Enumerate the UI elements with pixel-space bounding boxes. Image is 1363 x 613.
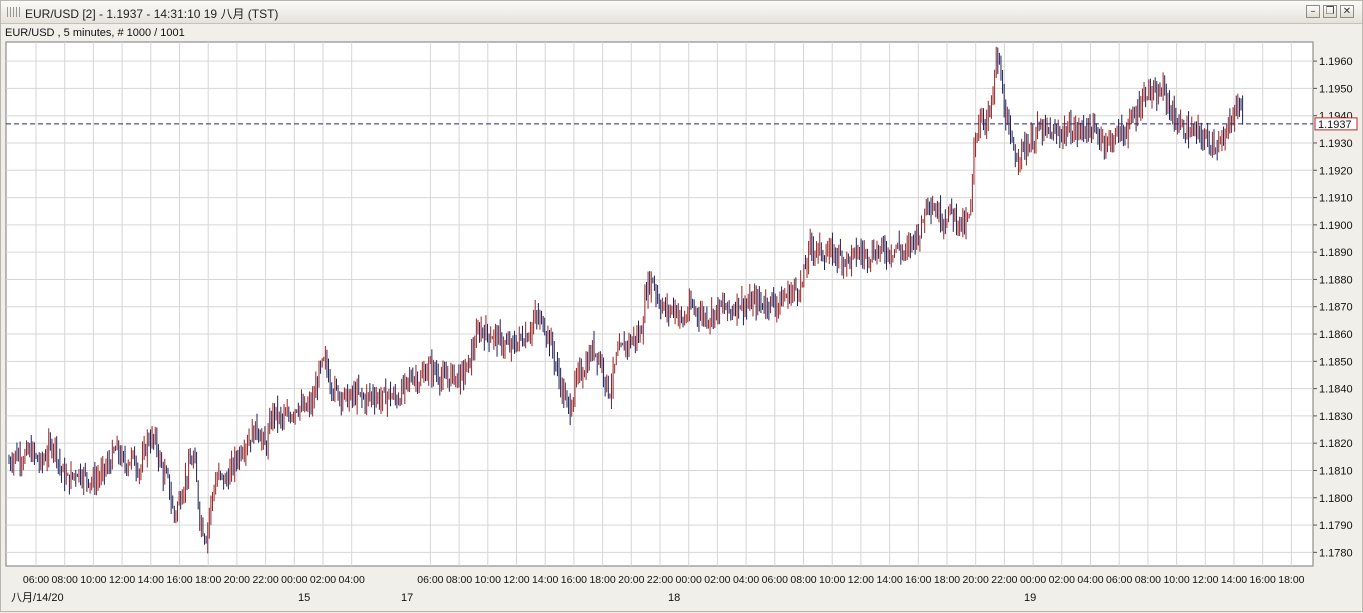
y-tick-label: 1.1780 <box>1319 547 1353 559</box>
x-tick-label: 00:00 <box>281 574 307 586</box>
y-tick-label: 1.1930 <box>1319 138 1353 150</box>
x-tick-label: 12:00 <box>848 574 874 586</box>
x-tick-label: 10:00 <box>819 574 845 586</box>
x-tick-label: 04:00 <box>1077 574 1103 586</box>
x-tick-label: 14:00 <box>138 574 164 586</box>
x-tick-label: 12:00 <box>109 574 135 586</box>
x-tick-label: 16:00 <box>1250 574 1276 586</box>
x-tick-label: 20:00 <box>963 574 989 586</box>
x-tick-label: 04:00 <box>733 574 759 586</box>
y-tick-label: 1.1820 <box>1319 438 1353 450</box>
y-tick-label: 1.1900 <box>1319 220 1353 232</box>
x-tick-label: 06:00 <box>417 574 443 586</box>
x-tick-label: 08:00 <box>52 574 78 586</box>
x-tick-label: 02:00 <box>1049 574 1075 586</box>
date-label: 19 <box>1024 592 1036 604</box>
y-tick-label: 1.1850 <box>1319 356 1353 368</box>
x-tick-label: 06:00 <box>1106 574 1132 586</box>
x-tick-label: 10:00 <box>80 574 106 586</box>
y-tick-label: 1.1860 <box>1319 329 1353 341</box>
x-tick-label: 02:00 <box>310 574 336 586</box>
x-tick-label: 18:00 <box>1278 574 1304 586</box>
y-tick-label: 1.1790 <box>1319 520 1353 532</box>
y-tick-label: 1.1920 <box>1319 165 1353 177</box>
y-tick-label: 1.1800 <box>1319 493 1353 505</box>
x-tick-label: 02:00 <box>704 574 730 586</box>
date-label: 17 <box>401 592 413 604</box>
x-tick-label: 06:00 <box>23 574 49 586</box>
price-chart[interactable]: 1.19601.19501.19401.19301.19201.19101.19… <box>1 1 1363 613</box>
x-tick-label: 16:00 <box>561 574 587 586</box>
y-tick-label: 1.1810 <box>1319 465 1353 477</box>
x-tick-label: 22:00 <box>647 574 673 586</box>
x-tick-label: 20:00 <box>618 574 644 586</box>
date-label: 八月/14/20 <box>11 592 64 604</box>
x-tick-label: 14:00 <box>876 574 902 586</box>
x-tick-label: 18:00 <box>195 574 221 586</box>
x-tick-label: 00:00 <box>1020 574 1046 586</box>
date-label: 15 <box>298 592 310 604</box>
chart-window: EUR/USD [2] - 1.1937 - 14:31:10 19 八月 (T… <box>0 0 1363 612</box>
x-tick-label: 14:00 <box>1221 574 1247 586</box>
current-price-label: 1.1937 <box>1318 119 1352 131</box>
x-tick-label: 22:00 <box>252 574 278 586</box>
x-tick-label: 08:00 <box>446 574 472 586</box>
x-tick-label: 12:00 <box>1192 574 1218 586</box>
x-tick-label: 08:00 <box>1135 574 1161 586</box>
date-label: 18 <box>668 592 680 604</box>
x-tick-label: 16:00 <box>905 574 931 586</box>
x-tick-label: 16:00 <box>166 574 192 586</box>
x-tick-label: 04:00 <box>339 574 365 586</box>
x-tick-label: 12:00 <box>503 574 529 586</box>
y-tick-label: 1.1830 <box>1319 411 1353 423</box>
x-tick-label: 18:00 <box>934 574 960 586</box>
x-tick-label: 00:00 <box>676 574 702 586</box>
y-tick-label: 1.1960 <box>1319 56 1353 68</box>
y-tick-label: 1.1870 <box>1319 302 1353 314</box>
x-tick-label: 10:00 <box>475 574 501 586</box>
y-tick-label: 1.1890 <box>1319 247 1353 259</box>
y-tick-label: 1.1910 <box>1319 193 1353 205</box>
y-tick-label: 1.1880 <box>1319 274 1353 286</box>
x-tick-label: 18:00 <box>589 574 615 586</box>
x-tick-label: 22:00 <box>991 574 1017 586</box>
x-tick-label: 20:00 <box>224 574 250 586</box>
x-tick-label: 08:00 <box>790 574 816 586</box>
y-tick-label: 1.1950 <box>1319 83 1353 95</box>
x-tick-label: 06:00 <box>762 574 788 586</box>
x-tick-label: 10:00 <box>1163 574 1189 586</box>
x-tick-label: 14:00 <box>532 574 558 586</box>
y-tick-label: 1.1840 <box>1319 384 1353 396</box>
